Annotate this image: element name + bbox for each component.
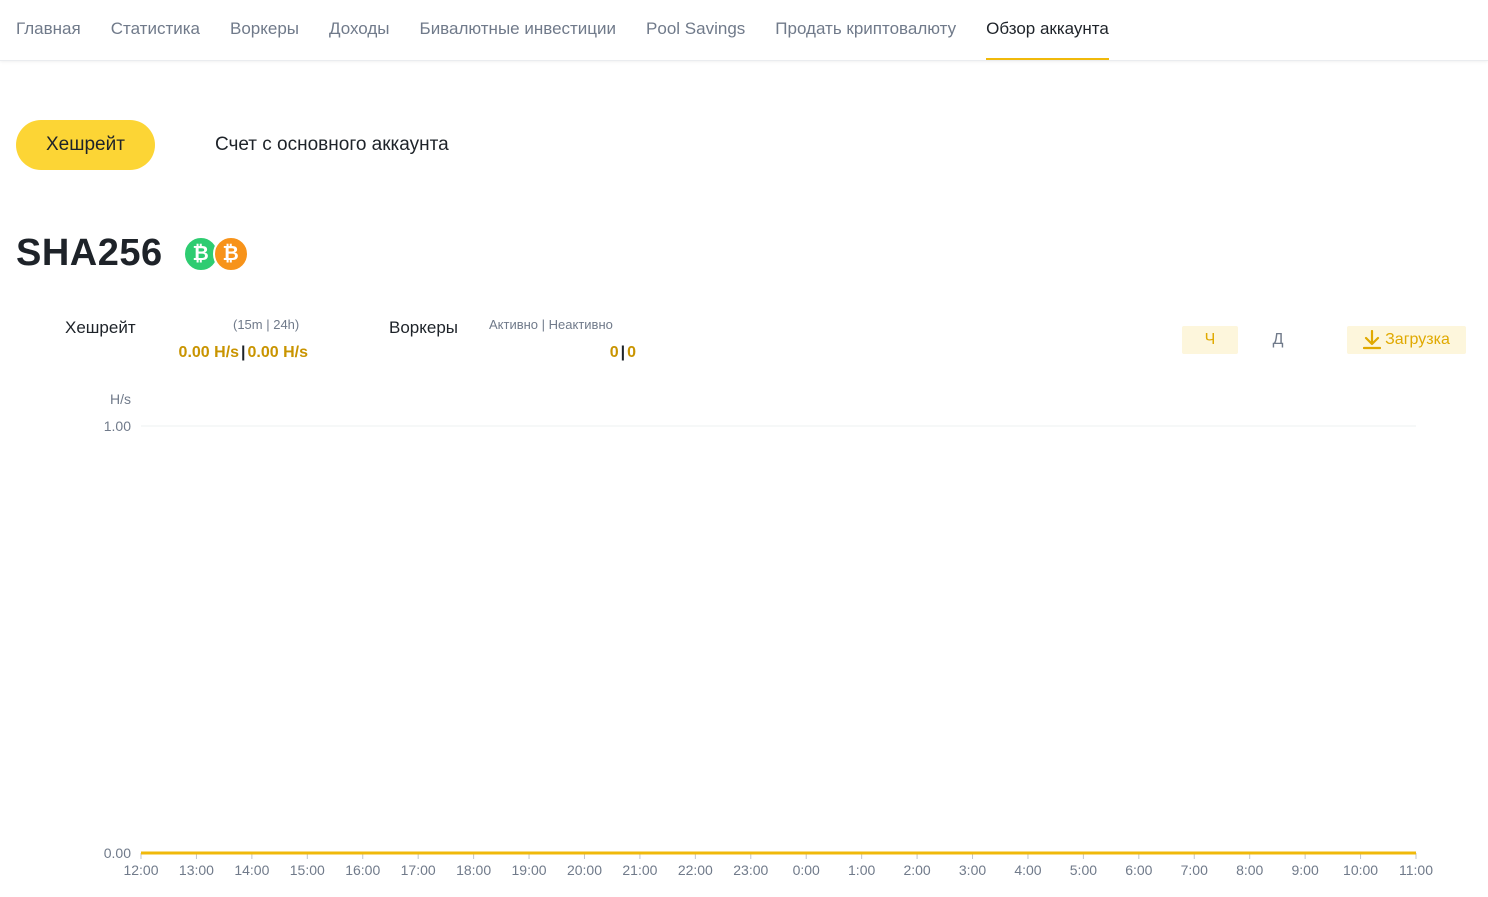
x-tick-label-11: 23:00 [733,862,768,878]
x-tick-label-17: 5:00 [1070,862,1097,878]
nav-tab-5[interactable]: Pool Savings [646,0,745,60]
nav-tab-7[interactable]: Обзор аккаунта [986,0,1109,60]
nav-tab-6[interactable]: Продать криптовалюту [775,0,956,60]
y-tick-label-0: 1.00 [104,418,131,434]
view-switcher: Хешрейт Счет с основного аккаунта [16,120,449,170]
x-tick-label-16: 4:00 [1014,862,1041,878]
nav-tab-4[interactable]: Бивалютные инвестиции [420,0,617,60]
coin-icons: ₿ ₿ [182,234,253,274]
x-tick-label-3: 15:00 [290,862,325,878]
hashrate-chart: H/s 1.00 0.0012:00 13:00 14:00 15:00 16:00 17:0… [104,391,1433,878]
top-navigation: Главная Статистика Воркеры Доходы Бивалютные… [0,0,1488,61]
download-icon [1363,330,1382,350]
x-tick-label-0: 12:00 [123,862,158,878]
nav-tabs: Главная Статистика Воркеры Доходы Бивалютные… [0,0,1488,60]
x-tick-label-10: 22:00 [678,862,713,878]
x-tick-label-22: 10:00 [1343,862,1378,878]
hashrate-period-label: (15m | 24h) [233,317,300,332]
workers-status-label: Активно | Неактивно [489,317,613,332]
nav-tab-2[interactable]: Воркеры [230,0,299,60]
nav-tab-1[interactable]: Статистика [111,0,200,60]
algorithm-title: SHA256 [16,232,163,274]
x-tick-label-7: 19:00 [512,862,547,878]
workers-inactive-count: 0 [627,344,636,361]
algorithm-header: SHA256 ₿ ₿ [16,232,253,275]
hashrate-15m-value: 0.00 H/s [178,344,240,361]
x-tick-label-13: 1:00 [848,862,875,878]
x-tick-label-20: 8:00 [1236,862,1263,878]
download-button[interactable]: Загрузка [1347,326,1466,354]
main-account-toggle-button[interactable]: Счет с основного аккаунта [215,134,449,156]
x-tick-label-8: 20:00 [567,862,602,878]
x-tick-label-12: 0:00 [793,862,820,878]
x-tick-label-4: 16:00 [345,862,380,878]
download-label: Загрузка [1385,331,1450,348]
x-tick-label-9: 21:00 [622,862,657,878]
nav-tab-0[interactable]: Главная [16,0,81,60]
day-interval-button[interactable]: Д [1258,326,1298,354]
hour-interval-button[interactable]: Ч [1182,326,1238,354]
x-tick-label-6: 18:00 [456,862,491,878]
x-tick-label-5: 17:00 [401,862,436,878]
x-tick-label-2: 14:00 [234,862,269,878]
hashrate-toggle-button[interactable]: Хешрейт [16,120,155,170]
x-tick-label-21: 9:00 [1292,862,1319,878]
x-tick-label-23: 11:00 [1399,862,1433,878]
hashrate-values: 0.00 H/s | 0.00 H/s [178,344,308,361]
y-axis-unit-label: H/s [110,391,131,407]
workers-active-count: 0 [609,344,619,361]
x-tick-label-1: 13:00 [179,862,214,878]
hashrate-label: Хешрейт [65,318,136,337]
x-tick-label-15: 3:00 [959,862,986,878]
x-tick-label-14: 2:00 [903,862,930,878]
x-tick-label-18: 6:00 [1125,862,1152,878]
x-tick-label-19: 7:00 [1181,862,1208,878]
workers-label: Воркеры [389,318,459,337]
hashrate-24h-value: 0.00 H/s [247,344,308,361]
workers-values: 0 | 0 [609,344,636,361]
btc-coin-icon: ₿ [212,235,249,272]
nav-tab-3[interactable]: Доходы [329,0,390,60]
y-tick-label-1: 0.00 [104,845,131,861]
